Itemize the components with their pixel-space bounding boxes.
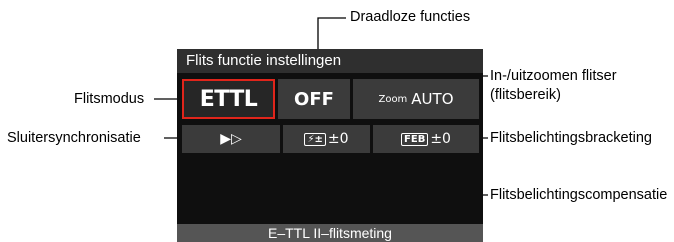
shutter-sync-cell[interactable]: ▶▷ bbox=[182, 125, 280, 153]
screen-title: Flits functie instellingen bbox=[177, 49, 483, 73]
label-zoom-line1: In-/uitzoomen flitser bbox=[490, 68, 617, 84]
flash-mode-cell[interactable]: ETTL bbox=[182, 79, 275, 119]
label-compensatie: Flitsbelichtingscompensatie bbox=[490, 187, 668, 203]
fec-icon: ⚡± bbox=[304, 132, 326, 146]
label-draadloze: Draadloze functies bbox=[350, 9, 471, 25]
zoom-cell[interactable]: Zoom AUTO bbox=[353, 79, 479, 119]
camera-screen: Flits functie instellingen ETTL OFF Zoom… bbox=[177, 49, 483, 242]
shutter-sync-icon: ▶▷ bbox=[220, 131, 242, 147]
feb-value: ±0 bbox=[430, 131, 451, 147]
fec-cell[interactable]: ⚡± ±0 bbox=[283, 125, 370, 153]
wireless-value: OFF bbox=[294, 88, 334, 110]
feb-icon: FEB bbox=[401, 132, 429, 146]
label-bracketing: Flitsbelichtingsbracketing bbox=[490, 130, 652, 146]
feb-cell[interactable]: FEB ±0 bbox=[373, 125, 479, 153]
label-sluiter: Sluitersynchronisatie bbox=[7, 130, 141, 146]
zoom-value: AUTO bbox=[411, 90, 454, 108]
metering-footer: E–TTL II–flitsmeting bbox=[177, 224, 483, 242]
zoom-label: Zoom bbox=[378, 93, 408, 105]
wireless-cell[interactable]: OFF bbox=[278, 79, 350, 119]
label-flitsmodus: Flitsmodus bbox=[74, 91, 145, 107]
fec-value: ±0 bbox=[327, 131, 349, 147]
flash-mode-value: ETTL bbox=[199, 86, 258, 112]
label-zoom-line2: (flitsbereik) bbox=[490, 87, 561, 103]
